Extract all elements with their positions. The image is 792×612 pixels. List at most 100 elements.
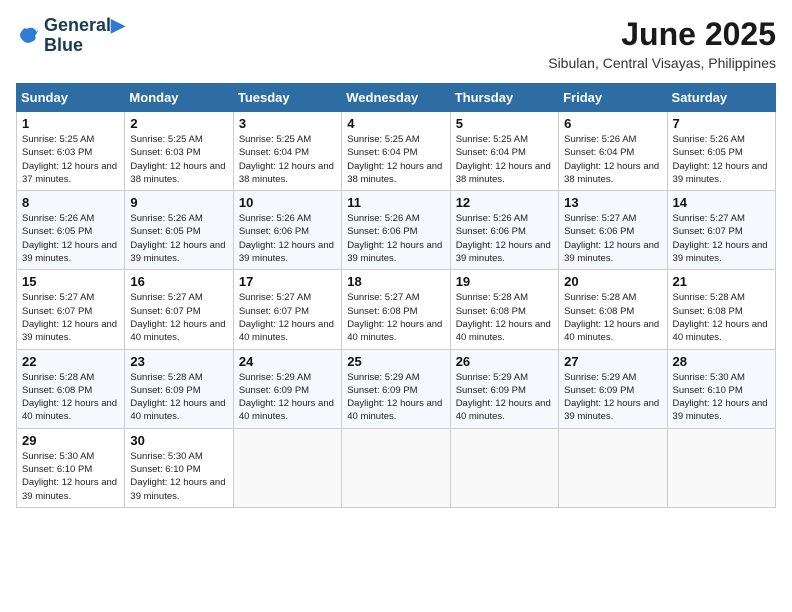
- day-info: Sunrise: 5:30 AMSunset: 6:10 PMDaylight:…: [673, 371, 770, 424]
- day-number: 26: [456, 354, 553, 369]
- calendar-cell: [450, 428, 558, 507]
- calendar-cell: 18 Sunrise: 5:27 AMSunset: 6:08 PMDaylig…: [342, 270, 450, 349]
- calendar-cell: 25 Sunrise: 5:29 AMSunset: 6:09 PMDaylig…: [342, 349, 450, 428]
- day-number: 16: [130, 274, 227, 289]
- col-thursday: Thursday: [450, 84, 558, 112]
- day-info: Sunrise: 5:26 AMSunset: 6:06 PMDaylight:…: [239, 212, 336, 265]
- day-number: 23: [130, 354, 227, 369]
- logo-line2: Blue: [44, 36, 125, 56]
- calendar-table: Sunday Monday Tuesday Wednesday Thursday…: [16, 83, 776, 508]
- day-info: Sunrise: 5:26 AMSunset: 6:04 PMDaylight:…: [564, 133, 661, 186]
- month-title: June 2025: [548, 16, 776, 53]
- day-info: Sunrise: 5:29 AMSunset: 6:09 PMDaylight:…: [239, 371, 336, 424]
- location: Sibulan, Central Visayas, Philippines: [548, 55, 776, 71]
- calendar-cell: 30 Sunrise: 5:30 AMSunset: 6:10 PMDaylig…: [125, 428, 233, 507]
- col-friday: Friday: [559, 84, 667, 112]
- day-number: 24: [239, 354, 336, 369]
- col-sunday: Sunday: [17, 84, 125, 112]
- day-info: Sunrise: 5:27 AMSunset: 6:07 PMDaylight:…: [130, 291, 227, 344]
- calendar-cell: [667, 428, 775, 507]
- calendar-cell: 23 Sunrise: 5:28 AMSunset: 6:09 PMDaylig…: [125, 349, 233, 428]
- col-tuesday: Tuesday: [233, 84, 341, 112]
- calendar-cell: [233, 428, 341, 507]
- day-info: Sunrise: 5:28 AMSunset: 6:08 PMDaylight:…: [564, 291, 661, 344]
- day-number: 30: [130, 433, 227, 448]
- calendar-cell: 16 Sunrise: 5:27 AMSunset: 6:07 PMDaylig…: [125, 270, 233, 349]
- day-info: Sunrise: 5:27 AMSunset: 6:06 PMDaylight:…: [564, 212, 661, 265]
- calendar-week-2: 8 Sunrise: 5:26 AMSunset: 6:05 PMDayligh…: [17, 191, 776, 270]
- calendar-cell: 21 Sunrise: 5:28 AMSunset: 6:08 PMDaylig…: [667, 270, 775, 349]
- calendar-cell: 12 Sunrise: 5:26 AMSunset: 6:06 PMDaylig…: [450, 191, 558, 270]
- day-info: Sunrise: 5:29 AMSunset: 6:09 PMDaylight:…: [456, 371, 553, 424]
- calendar-cell: 27 Sunrise: 5:29 AMSunset: 6:09 PMDaylig…: [559, 349, 667, 428]
- day-number: 14: [673, 195, 770, 210]
- calendar-cell: [559, 428, 667, 507]
- day-number: 25: [347, 354, 444, 369]
- logo: General▶ Blue: [16, 16, 125, 56]
- title-block: June 2025 Sibulan, Central Visayas, Phil…: [548, 16, 776, 71]
- day-info: Sunrise: 5:26 AMSunset: 6:06 PMDaylight:…: [347, 212, 444, 265]
- calendar-body: 1 Sunrise: 5:25 AMSunset: 6:03 PMDayligh…: [17, 112, 776, 508]
- day-number: 27: [564, 354, 661, 369]
- calendar-week-3: 15 Sunrise: 5:27 AMSunset: 6:07 PMDaylig…: [17, 270, 776, 349]
- day-number: 1: [22, 116, 119, 131]
- day-info: Sunrise: 5:28 AMSunset: 6:09 PMDaylight:…: [130, 371, 227, 424]
- day-number: 29: [22, 433, 119, 448]
- calendar-week-5: 29 Sunrise: 5:30 AMSunset: 6:10 PMDaylig…: [17, 428, 776, 507]
- day-number: 4: [347, 116, 444, 131]
- day-info: Sunrise: 5:29 AMSunset: 6:09 PMDaylight:…: [564, 371, 661, 424]
- calendar-cell: 20 Sunrise: 5:28 AMSunset: 6:08 PMDaylig…: [559, 270, 667, 349]
- calendar-cell: 5 Sunrise: 5:25 AMSunset: 6:04 PMDayligh…: [450, 112, 558, 191]
- day-info: Sunrise: 5:26 AMSunset: 6:05 PMDaylight:…: [673, 133, 770, 186]
- calendar-cell: 19 Sunrise: 5:28 AMSunset: 6:08 PMDaylig…: [450, 270, 558, 349]
- col-monday: Monday: [125, 84, 233, 112]
- calendar-cell: 8 Sunrise: 5:26 AMSunset: 6:05 PMDayligh…: [17, 191, 125, 270]
- calendar-header: General▶ Blue June 2025 Sibulan, Central…: [16, 16, 776, 71]
- day-number: 5: [456, 116, 553, 131]
- calendar-cell: 9 Sunrise: 5:26 AMSunset: 6:05 PMDayligh…: [125, 191, 233, 270]
- calendar-cell: 28 Sunrise: 5:30 AMSunset: 6:10 PMDaylig…: [667, 349, 775, 428]
- calendar-cell: 24 Sunrise: 5:29 AMSunset: 6:09 PMDaylig…: [233, 349, 341, 428]
- calendar-cell: 4 Sunrise: 5:25 AMSunset: 6:04 PMDayligh…: [342, 112, 450, 191]
- day-info: Sunrise: 5:25 AMSunset: 6:04 PMDaylight:…: [239, 133, 336, 186]
- calendar-cell: 1 Sunrise: 5:25 AMSunset: 6:03 PMDayligh…: [17, 112, 125, 191]
- day-info: Sunrise: 5:25 AMSunset: 6:03 PMDaylight:…: [22, 133, 119, 186]
- day-info: Sunrise: 5:27 AMSunset: 6:07 PMDaylight:…: [239, 291, 336, 344]
- day-info: Sunrise: 5:30 AMSunset: 6:10 PMDaylight:…: [22, 450, 119, 503]
- logo-icon: [16, 24, 40, 48]
- calendar-cell: 15 Sunrise: 5:27 AMSunset: 6:07 PMDaylig…: [17, 270, 125, 349]
- day-number: 6: [564, 116, 661, 131]
- calendar-cell: 11 Sunrise: 5:26 AMSunset: 6:06 PMDaylig…: [342, 191, 450, 270]
- day-number: 15: [22, 274, 119, 289]
- calendar-cell: 6 Sunrise: 5:26 AMSunset: 6:04 PMDayligh…: [559, 112, 667, 191]
- day-info: Sunrise: 5:28 AMSunset: 6:08 PMDaylight:…: [456, 291, 553, 344]
- logo-text: General▶ Blue: [44, 16, 125, 56]
- day-number: 9: [130, 195, 227, 210]
- day-number: 21: [673, 274, 770, 289]
- day-info: Sunrise: 5:27 AMSunset: 6:08 PMDaylight:…: [347, 291, 444, 344]
- calendar-cell: 10 Sunrise: 5:26 AMSunset: 6:06 PMDaylig…: [233, 191, 341, 270]
- day-number: 19: [456, 274, 553, 289]
- calendar-cell: 7 Sunrise: 5:26 AMSunset: 6:05 PMDayligh…: [667, 112, 775, 191]
- day-number: 2: [130, 116, 227, 131]
- day-number: 17: [239, 274, 336, 289]
- calendar-cell: 14 Sunrise: 5:27 AMSunset: 6:07 PMDaylig…: [667, 191, 775, 270]
- day-info: Sunrise: 5:26 AMSunset: 6:05 PMDaylight:…: [22, 212, 119, 265]
- day-info: Sunrise: 5:25 AMSunset: 6:03 PMDaylight:…: [130, 133, 227, 186]
- calendar-week-4: 22 Sunrise: 5:28 AMSunset: 6:08 PMDaylig…: [17, 349, 776, 428]
- day-number: 20: [564, 274, 661, 289]
- day-number: 22: [22, 354, 119, 369]
- calendar-cell: [342, 428, 450, 507]
- day-info: Sunrise: 5:28 AMSunset: 6:08 PMDaylight:…: [22, 371, 119, 424]
- calendar-cell: 26 Sunrise: 5:29 AMSunset: 6:09 PMDaylig…: [450, 349, 558, 428]
- calendar-cell: 22 Sunrise: 5:28 AMSunset: 6:08 PMDaylig…: [17, 349, 125, 428]
- day-info: Sunrise: 5:26 AMSunset: 6:06 PMDaylight:…: [456, 212, 553, 265]
- day-info: Sunrise: 5:29 AMSunset: 6:09 PMDaylight:…: [347, 371, 444, 424]
- calendar-cell: 2 Sunrise: 5:25 AMSunset: 6:03 PMDayligh…: [125, 112, 233, 191]
- day-info: Sunrise: 5:28 AMSunset: 6:08 PMDaylight:…: [673, 291, 770, 344]
- calendar-cell: 17 Sunrise: 5:27 AMSunset: 6:07 PMDaylig…: [233, 270, 341, 349]
- col-saturday: Saturday: [667, 84, 775, 112]
- day-info: Sunrise: 5:27 AMSunset: 6:07 PMDaylight:…: [673, 212, 770, 265]
- day-number: 10: [239, 195, 336, 210]
- day-info: Sunrise: 5:30 AMSunset: 6:10 PMDaylight:…: [130, 450, 227, 503]
